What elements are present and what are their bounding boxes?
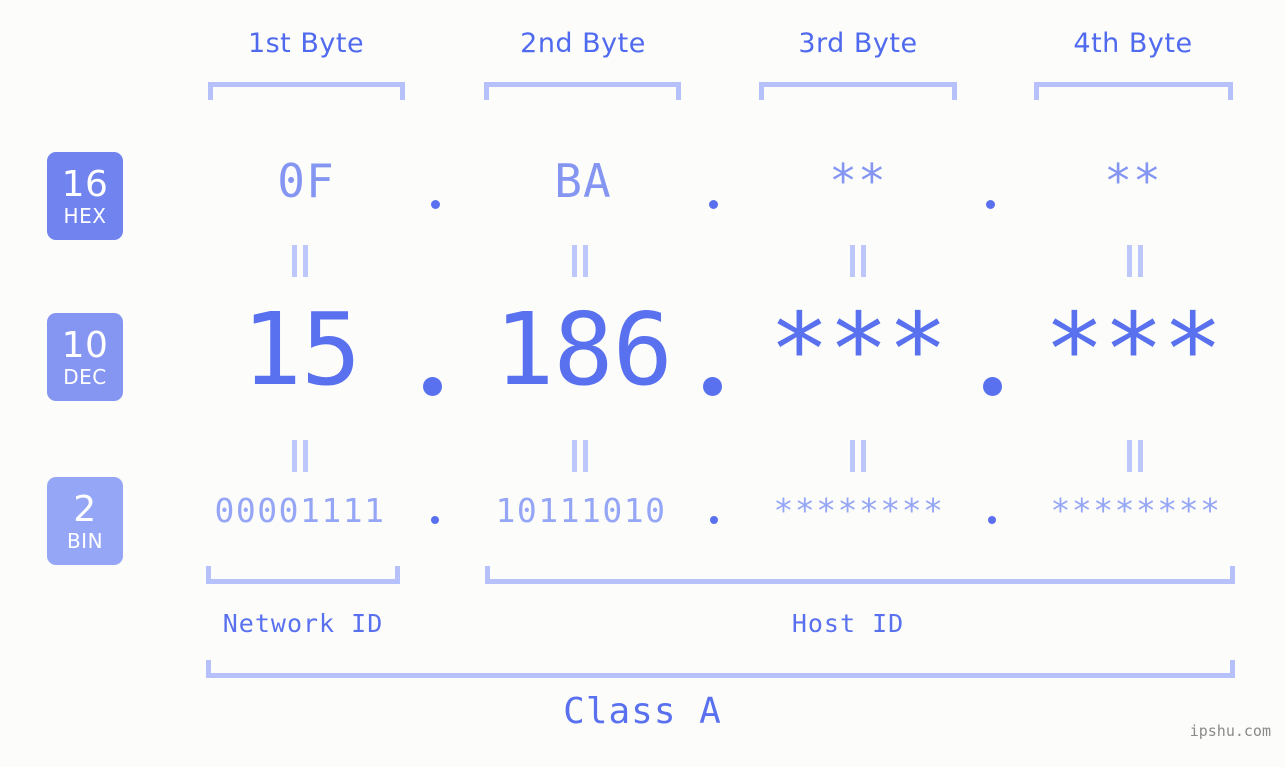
hex-separator-dot-2 [709, 200, 718, 209]
base-badge-hex: 16 HEX [47, 152, 123, 240]
base-badge-dec: 10 DEC [47, 313, 123, 401]
host-id-bracket [485, 566, 1235, 584]
byte-header-3: 3rd Byte [798, 28, 918, 59]
network-id-label: Network ID [222, 609, 384, 638]
base-badge-hex-number: 16 [61, 163, 109, 205]
hex-separator-dot-3 [986, 200, 995, 209]
equivalence-mark-hex-dec-1 [289, 245, 311, 277]
dec-byte-1: 15 [241, 291, 361, 408]
base-badge-bin: 2 BIN [47, 477, 123, 565]
byte-header-1: 1st Byte [247, 28, 365, 59]
dec-byte-3: *** [769, 291, 948, 408]
byte-header-2: 2nd Byte [520, 28, 646, 59]
bin-separator-dot-3 [988, 516, 996, 524]
dec-separator-dot-1 [423, 377, 442, 396]
bin-byte-4: ******** [1050, 491, 1222, 530]
equivalence-mark-dec-bin-2 [569, 440, 591, 472]
byte-bracket-2 [484, 82, 681, 100]
bin-byte-2: 10111010 [495, 491, 667, 530]
equivalence-mark-hex-dec-2 [569, 245, 591, 277]
base-badge-dec-name: DEC [63, 364, 107, 389]
byte-bracket-1 [208, 82, 405, 100]
bin-byte-1: 00001111 [214, 491, 386, 530]
ip-byte-breakdown-diagram: 1st Byte 2nd Byte 3rd Byte 4th Byte 16 H… [0, 0, 1285, 767]
class-bracket [206, 660, 1235, 678]
site-watermark: ipshu.com [1189, 722, 1271, 740]
equivalence-mark-dec-bin-4 [1124, 440, 1146, 472]
dec-separator-dot-2 [703, 377, 722, 396]
equivalence-mark-dec-bin-3 [847, 440, 869, 472]
equivalence-mark-dec-bin-1 [289, 440, 311, 472]
dec-separator-dot-3 [983, 377, 1002, 396]
byte-header-4: 4th Byte [1073, 28, 1193, 59]
dec-byte-2: 186 [494, 291, 673, 408]
hex-byte-1: 0F [277, 154, 335, 208]
byte-bracket-4 [1034, 82, 1233, 100]
class-label: Class A [563, 691, 722, 732]
bin-separator-dot-1 [431, 516, 439, 524]
dec-byte-4: *** [1044, 291, 1223, 408]
host-id-label: Host ID [791, 609, 905, 638]
byte-bracket-3 [759, 82, 957, 100]
hex-byte-2: BA [554, 154, 612, 208]
equivalence-mark-hex-dec-3 [847, 245, 869, 277]
bin-byte-3: ******** [773, 491, 945, 530]
hex-byte-4: ** [1104, 154, 1162, 208]
network-id-bracket [206, 566, 400, 584]
base-badge-dec-number: 10 [61, 324, 109, 366]
hex-byte-3: ** [829, 154, 887, 208]
bin-separator-dot-2 [710, 516, 718, 524]
base-badge-bin-number: 2 [73, 488, 97, 530]
equivalence-mark-hex-dec-4 [1124, 245, 1146, 277]
base-badge-bin-name: BIN [66, 528, 104, 553]
base-badge-hex-name: HEX [63, 203, 107, 228]
hex-separator-dot-1 [431, 200, 440, 209]
